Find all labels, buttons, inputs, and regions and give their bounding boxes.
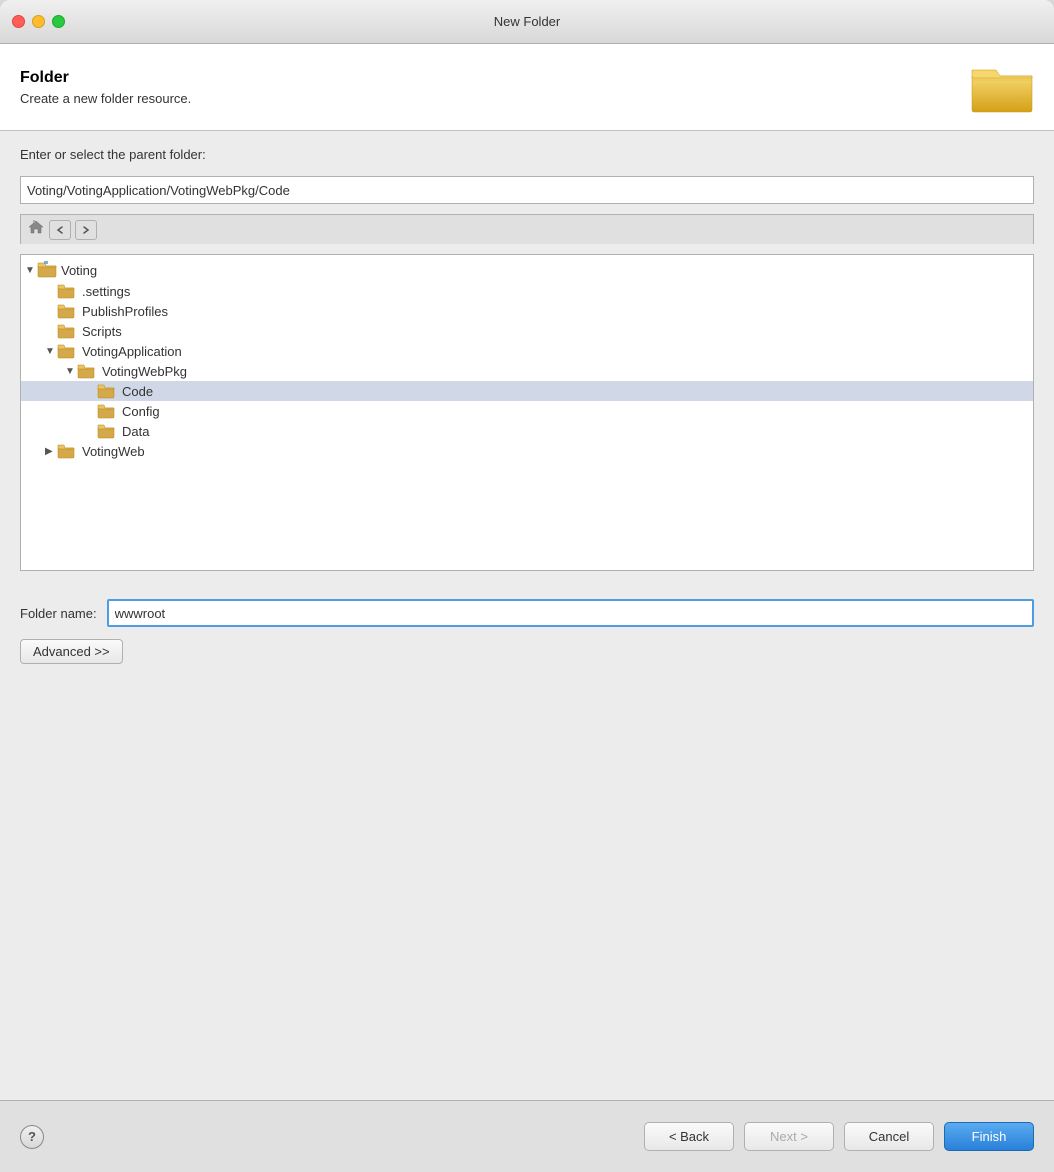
folder-icon-small — [57, 323, 78, 339]
back-arrow-icon — [55, 225, 65, 235]
cancel-button[interactable]: Cancel — [844, 1122, 934, 1151]
traffic-lights — [12, 15, 65, 28]
next-button[interactable]: Next > — [744, 1122, 834, 1151]
tree-item[interactable]: Scripts — [21, 321, 1033, 341]
folder-tree-icon — [57, 283, 75, 299]
folder-icon-small — [37, 261, 57, 279]
finish-button[interactable]: Finish — [944, 1122, 1034, 1151]
tree-container[interactable]: ▼ Voting .settings PublishProfiles Scrip… — [20, 254, 1034, 571]
tree-item[interactable]: Config — [21, 401, 1033, 421]
tree-nav-bar — [20, 214, 1034, 244]
folder-icon-small — [57, 443, 78, 459]
tree-item-label: VotingApplication — [82, 344, 182, 359]
tree-arrow: ▼ — [45, 346, 57, 357]
home-icon — [27, 219, 45, 235]
folder-tree-icon — [57, 323, 75, 339]
tree-item-label: Code — [122, 384, 153, 399]
advanced-section: Advanced >> — [0, 639, 1054, 676]
folder-icon-small — [57, 343, 78, 359]
forward-arrow-icon — [81, 225, 91, 235]
tree-item[interactable]: .settings — [21, 281, 1033, 301]
header-title: Folder — [20, 69, 191, 87]
back-button[interactable]: < Back — [644, 1122, 734, 1151]
folder-svg — [970, 60, 1034, 114]
folder-tree-icon — [57, 303, 75, 319]
tree-item[interactable]: ▼ Voting — [21, 259, 1033, 281]
folder-icon-small — [97, 423, 118, 439]
folder-icon-small — [57, 303, 78, 319]
tree-item[interactable]: ▼ VotingApplication — [21, 341, 1033, 361]
folder-name-row: Folder name: — [0, 587, 1054, 639]
folder-tree-icon — [57, 443, 75, 459]
tree-item-label: PublishProfiles — [82, 304, 168, 319]
home-button[interactable] — [27, 219, 45, 240]
tree-arrow: ▶ — [45, 446, 57, 457]
help-button[interactable]: ? — [20, 1125, 44, 1149]
tree-item[interactable]: Data — [21, 421, 1033, 441]
tree-item[interactable]: Code — [21, 381, 1033, 401]
header-section: Folder Create a new folder resource. — [0, 44, 1054, 131]
tree-arrow: ▼ — [65, 366, 77, 377]
close-button[interactable] — [12, 15, 25, 28]
tree-item-label: Voting — [61, 263, 97, 278]
forward-nav-button[interactable] — [75, 220, 97, 240]
maximize-button[interactable] — [52, 15, 65, 28]
tree-item[interactable]: PublishProfiles — [21, 301, 1033, 321]
tree-item[interactable]: ▶ VotingWeb — [21, 441, 1033, 461]
tree-item[interactable]: ▼ VotingWebPkg — [21, 361, 1033, 381]
titlebar: New Folder — [0, 0, 1054, 44]
back-nav-button[interactable] — [49, 220, 71, 240]
parent-path-input[interactable] — [20, 176, 1034, 204]
folder-tree-icon — [77, 363, 95, 379]
folder-name-input[interactable] — [107, 599, 1034, 627]
folder-name-label: Folder name: — [20, 606, 97, 621]
folder-tree-icon — [97, 403, 115, 419]
folder-icon-small — [77, 363, 98, 379]
footer: ? < Back Next > Cancel Finish — [0, 1100, 1054, 1172]
folder-tree-icon — [97, 423, 115, 439]
tree-item-label: .settings — [82, 284, 130, 299]
header-subtitle: Create a new folder resource. — [20, 91, 191, 106]
tree-item-label: Config — [122, 404, 160, 419]
tree-item-label: VotingWeb — [82, 444, 145, 459]
project-tree-icon — [37, 261, 57, 279]
folder-tree-icon — [57, 343, 75, 359]
tree-item-label: Data — [122, 424, 149, 439]
folder-icon-small — [57, 283, 78, 299]
window-title: New Folder — [494, 14, 560, 29]
folder-tree-icon — [97, 383, 115, 399]
advanced-button[interactable]: Advanced >> — [20, 639, 123, 664]
folder-icon-small — [97, 383, 118, 399]
tree-item-label: VotingWebPkg — [102, 364, 187, 379]
folder-icon-large — [970, 60, 1034, 114]
main-content: Enter or select the parent folder: ▼ — [0, 131, 1054, 587]
tree-arrow: ▼ — [25, 265, 37, 276]
header-text: Folder Create a new folder resource. — [20, 69, 191, 106]
minimize-button[interactable] — [32, 15, 45, 28]
folder-icon-small — [97, 403, 118, 419]
parent-folder-label: Enter or select the parent folder: — [20, 147, 1034, 162]
tree-item-label: Scripts — [82, 324, 122, 339]
